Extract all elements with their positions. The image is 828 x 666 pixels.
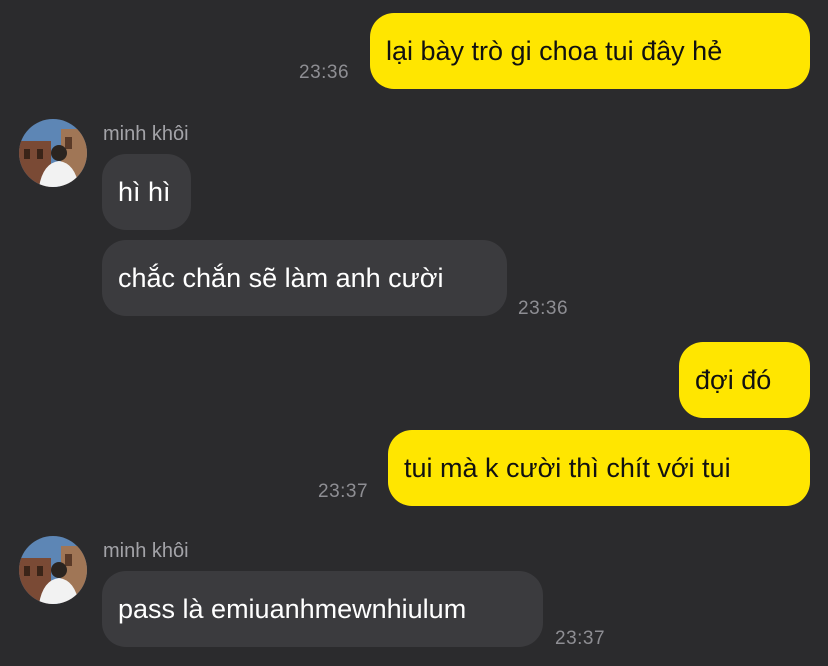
incoming-message-bubble[interactable]: hì hì (102, 154, 191, 230)
sender-name: minh khôi (103, 540, 189, 562)
message-timestamp: 23:36 (518, 298, 569, 319)
sender-avatar[interactable] (19, 119, 87, 187)
incoming-message-bubble[interactable]: pass là emiuanhmewnhiulum (102, 571, 543, 647)
incoming-message-bubble[interactable]: chắc chắn sẽ làm anh cười (102, 240, 507, 316)
outgoing-message-bubble[interactable]: đợi đó (679, 342, 810, 418)
profile-photo-icon (19, 119, 87, 187)
message-timestamp: 23:37 (555, 628, 606, 649)
sender-name: minh khôi (103, 123, 189, 145)
message-timestamp: 23:36 (299, 62, 350, 83)
sender-avatar[interactable] (19, 536, 87, 604)
outgoing-message-bubble[interactable]: tui mà k cười thì chít với tui (388, 430, 810, 506)
message-timestamp: 23:37 (318, 481, 369, 502)
profile-photo-icon (19, 536, 87, 604)
outgoing-message-bubble[interactable]: lại bày trò gi choa tui đây hẻ (370, 13, 810, 89)
